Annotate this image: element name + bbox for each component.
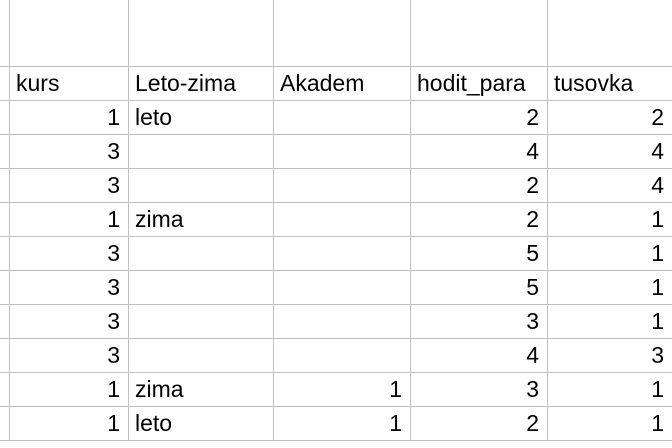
row-edge-cell[interactable] bbox=[0, 373, 10, 407]
table-row: 3 3 1 bbox=[0, 305, 672, 339]
akadem-cell[interactable] bbox=[274, 135, 411, 169]
tusovka-cell[interactable]: 3 bbox=[548, 339, 672, 373]
empty-cell[interactable] bbox=[411, 0, 548, 67]
cell-grid: kurs Leto-zima Akadem hodit_para tusovka… bbox=[0, 0, 672, 441]
leto-zima-cell[interactable]: zima bbox=[129, 203, 274, 237]
hodit-para-cell[interactable]: 3 bbox=[411, 373, 548, 407]
table-row: 1 zima 2 1 bbox=[0, 203, 672, 237]
leto-zima-cell[interactable] bbox=[129, 169, 274, 203]
row-edge-cell[interactable] bbox=[0, 203, 10, 237]
leto-zima-cell[interactable] bbox=[129, 339, 274, 373]
row-edge-cell[interactable] bbox=[0, 237, 10, 271]
tusovka-cell[interactable]: 1 bbox=[548, 407, 672, 441]
tusovka-cell[interactable]: 4 bbox=[548, 135, 672, 169]
empty-cell[interactable] bbox=[548, 0, 672, 67]
empty-cell[interactable] bbox=[10, 0, 129, 67]
tusovka-cell[interactable]: 1 bbox=[548, 305, 672, 339]
leto-zima-cell[interactable]: leto bbox=[129, 101, 274, 135]
hodit-para-cell[interactable]: 5 bbox=[411, 271, 548, 305]
kurs-cell[interactable]: 1 bbox=[10, 407, 129, 441]
empty-cell[interactable] bbox=[274, 0, 411, 67]
leto-zima-cell[interactable] bbox=[129, 135, 274, 169]
row-edge-cell[interactable] bbox=[0, 67, 10, 101]
row-edge-cell[interactable] bbox=[0, 339, 10, 373]
row-edge-cell[interactable] bbox=[0, 271, 10, 305]
kurs-cell[interactable]: 3 bbox=[10, 339, 129, 373]
tusovka-cell[interactable]: 4 bbox=[548, 169, 672, 203]
hodit-para-cell[interactable]: 2 bbox=[411, 407, 548, 441]
row-edge-cell[interactable] bbox=[0, 0, 10, 67]
tusovka-cell[interactable]: 1 bbox=[548, 373, 672, 407]
kurs-cell[interactable]: 1 bbox=[10, 203, 129, 237]
akadem-cell[interactable]: 1 bbox=[274, 373, 411, 407]
akadem-cell[interactable] bbox=[274, 339, 411, 373]
kurs-cell[interactable]: 3 bbox=[10, 271, 129, 305]
table-row: 3 4 4 bbox=[0, 135, 672, 169]
tusovka-cell[interactable]: 2 bbox=[548, 101, 672, 135]
header-cell-hodit-para[interactable]: hodit_para bbox=[411, 67, 548, 101]
hodit-para-cell[interactable]: 4 bbox=[411, 135, 548, 169]
row-edge-cell[interactable] bbox=[0, 305, 10, 339]
hodit-para-cell[interactable]: 2 bbox=[411, 203, 548, 237]
header-cell-tusovka[interactable]: tusovka bbox=[548, 67, 672, 101]
akadem-cell[interactable] bbox=[274, 169, 411, 203]
kurs-cell[interactable]: 3 bbox=[10, 237, 129, 271]
tusovka-cell[interactable]: 1 bbox=[548, 203, 672, 237]
kurs-cell[interactable]: 3 bbox=[10, 135, 129, 169]
spreadsheet: kurs Leto-zima Akadem hodit_para tusovka… bbox=[0, 0, 672, 448]
leto-zima-cell[interactable] bbox=[129, 271, 274, 305]
leto-zima-cell[interactable]: leto bbox=[129, 407, 274, 441]
header-cell-akadem[interactable]: Akadem bbox=[274, 67, 411, 101]
akadem-cell[interactable] bbox=[274, 203, 411, 237]
hodit-para-cell[interactable]: 5 bbox=[411, 237, 548, 271]
row-edge-cell[interactable] bbox=[0, 135, 10, 169]
leto-zima-cell[interactable] bbox=[129, 305, 274, 339]
table-row: 3 5 1 bbox=[0, 237, 672, 271]
header-row: kurs Leto-zima Akadem hodit_para tusovka bbox=[0, 67, 672, 101]
table-row: 1 leto 2 2 bbox=[0, 101, 672, 135]
tusovka-cell[interactable]: 1 bbox=[548, 237, 672, 271]
header-cell-leto-zima[interactable]: Leto-zima bbox=[129, 67, 274, 101]
hodit-para-cell[interactable]: 4 bbox=[411, 339, 548, 373]
row-edge-cell[interactable] bbox=[0, 169, 10, 203]
akadem-cell[interactable] bbox=[274, 305, 411, 339]
table-row: 3 5 1 bbox=[0, 271, 672, 305]
akadem-cell[interactable] bbox=[274, 271, 411, 305]
table-row: 1 leto 1 2 1 bbox=[0, 407, 672, 441]
tusovka-cell[interactable]: 1 bbox=[548, 271, 672, 305]
akadem-cell[interactable] bbox=[274, 237, 411, 271]
row-edge-cell[interactable] bbox=[0, 101, 10, 135]
kurs-cell[interactable]: 3 bbox=[10, 305, 129, 339]
table-row: 1 zima 1 3 1 bbox=[0, 373, 672, 407]
empty-row bbox=[0, 0, 672, 67]
hodit-para-cell[interactable]: 3 bbox=[411, 305, 548, 339]
empty-cell[interactable] bbox=[129, 0, 274, 67]
table-row: 3 2 4 bbox=[0, 169, 672, 203]
leto-zima-cell[interactable] bbox=[129, 237, 274, 271]
kurs-cell[interactable]: 1 bbox=[10, 101, 129, 135]
table-row: 3 4 3 bbox=[0, 339, 672, 373]
akadem-cell[interactable]: 1 bbox=[274, 407, 411, 441]
akadem-cell[interactable] bbox=[274, 101, 411, 135]
header-cell-kurs[interactable]: kurs bbox=[10, 67, 129, 101]
kurs-cell[interactable]: 3 bbox=[10, 169, 129, 203]
kurs-cell[interactable]: 1 bbox=[10, 373, 129, 407]
row-edge-cell[interactable] bbox=[0, 407, 10, 441]
hodit-para-cell[interactable]: 2 bbox=[411, 101, 548, 135]
leto-zima-cell[interactable]: zima bbox=[129, 373, 274, 407]
hodit-para-cell[interactable]: 2 bbox=[411, 169, 548, 203]
